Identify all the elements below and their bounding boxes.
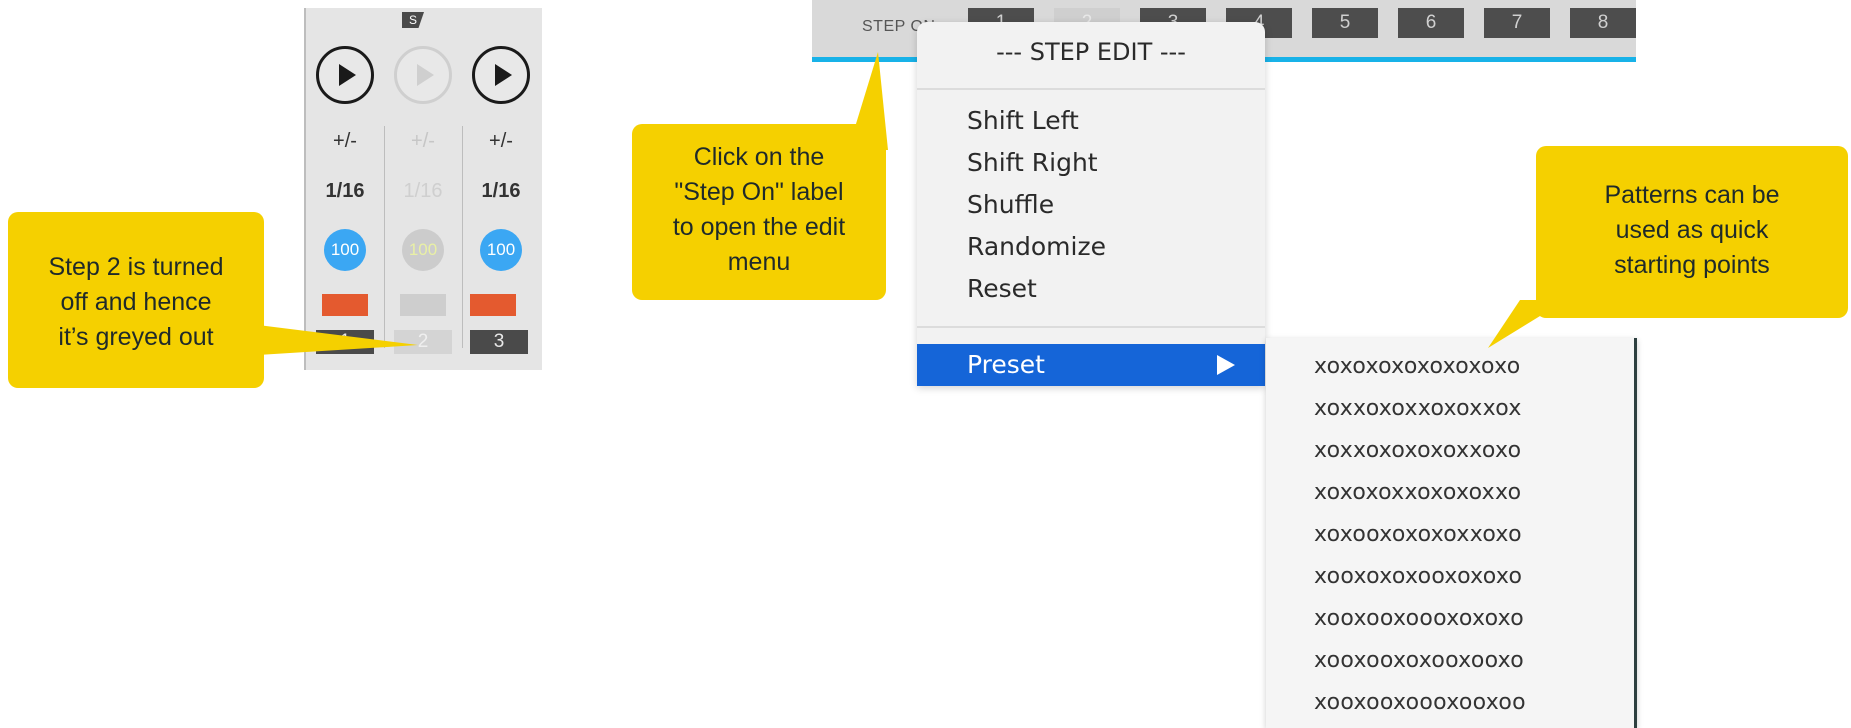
preset-pattern-item[interactable]: xoxxoxoxxoxoxxox <box>1314 396 1522 421</box>
preset-pattern-item[interactable]: xooxooxoooxoxoxo <box>1314 606 1524 631</box>
step-3-gate[interactable] <box>470 294 516 316</box>
step-strip: S +/- 1/16 100 1 +/- 1/16 100 2 +/- 1/16… <box>304 8 542 370</box>
step-2-velocity-knob[interactable]: 100 <box>402 229 444 271</box>
callout-patterns: Patterns can be used as quick starting p… <box>1536 146 1848 318</box>
menu-item-shift-left[interactable]: Shift Left <box>967 106 1079 135</box>
step-1-play-button[interactable] <box>316 46 374 104</box>
preset-label: Preset <box>967 350 1045 379</box>
step-2-plus-minus[interactable]: +/- <box>388 130 458 153</box>
step-3-number[interactable]: 3 <box>470 330 528 354</box>
callout-text: Patterns can be used as quick starting p… <box>1604 181 1780 279</box>
step-on-toggle-7[interactable]: 7 <box>1484 8 1550 38</box>
step-on-toggle-6[interactable]: 6 <box>1398 8 1464 38</box>
step-on-toggle-8[interactable]: 8 <box>1570 8 1636 38</box>
menu-separator <box>917 326 1265 328</box>
callout-text: Click on the "Step On" label to open the… <box>672 143 846 276</box>
step-2-play-button[interactable] <box>394 46 452 104</box>
step-3-play-button[interactable] <box>472 46 530 104</box>
menu-item-reset[interactable]: Reset <box>967 274 1037 303</box>
step-2-division[interactable]: 1/16 <box>388 180 458 203</box>
step-3-plus-minus[interactable]: +/- <box>466 130 536 153</box>
callout-pointer <box>258 325 418 355</box>
callout-step2-off: Step 2 is turned off and hence it’s grey… <box>8 212 264 388</box>
callout-text: Step 2 is turned off and hence it’s grey… <box>48 253 224 351</box>
menu-item-preset[interactable]: Preset <box>917 344 1265 386</box>
step-3-division[interactable]: 1/16 <box>466 180 536 203</box>
preset-pattern-item[interactable]: xooxoxoxooxoxoxo <box>1314 564 1522 589</box>
menu-item-shift-right[interactable]: Shift Right <box>967 148 1098 177</box>
play-icon <box>339 64 356 86</box>
step-on-toggle-5[interactable]: 5 <box>1312 8 1378 38</box>
preset-submenu: xoxoxoxoxoxoxoxo xoxxoxoxxoxoxxox xoxxox… <box>1266 338 1637 728</box>
preset-pattern-item[interactable]: xoxoxoxoxoxoxoxo <box>1314 354 1520 379</box>
column-divider <box>384 126 385 348</box>
menu-separator <box>917 88 1265 90</box>
column-divider <box>462 126 463 348</box>
step-1-division[interactable]: 1/16 <box>310 180 380 203</box>
step-1-velocity-knob[interactable]: 100 <box>324 229 366 271</box>
preset-pattern-item[interactable]: xooxooxoooxooxoo <box>1314 690 1526 715</box>
preset-pattern-item[interactable]: xoxoxoxxoxoxoxxo <box>1314 480 1521 505</box>
preset-pattern-item[interactable]: xoxooxoxoxoxxoxo <box>1314 522 1522 547</box>
menu-item-shuffle[interactable]: Shuffle <box>967 190 1054 219</box>
preset-pattern-item[interactable]: xoxxoxoxoxoxxoxo <box>1314 438 1521 463</box>
menu-title: --- STEP EDIT --- <box>996 38 1186 66</box>
callout-step-on-label: Click on the "Step On" label to open the… <box>632 124 886 300</box>
play-icon <box>417 64 434 86</box>
step-1-plus-minus[interactable]: +/- <box>310 130 380 153</box>
step-1-gate[interactable] <box>322 294 368 316</box>
s-badge[interactable]: S <box>402 12 424 28</box>
step-3-velocity-knob[interactable]: 100 <box>480 229 522 271</box>
step-2-gate[interactable] <box>400 294 446 316</box>
step-edit-menu: --- STEP EDIT --- Shift Left Shift Right… <box>917 22 1265 386</box>
play-icon <box>495 64 512 86</box>
preset-pattern-item[interactable]: xooxooxoxooxooxo <box>1314 648 1524 673</box>
submenu-arrow-icon <box>1217 355 1235 375</box>
menu-item-randomize[interactable]: Randomize <box>967 232 1106 261</box>
